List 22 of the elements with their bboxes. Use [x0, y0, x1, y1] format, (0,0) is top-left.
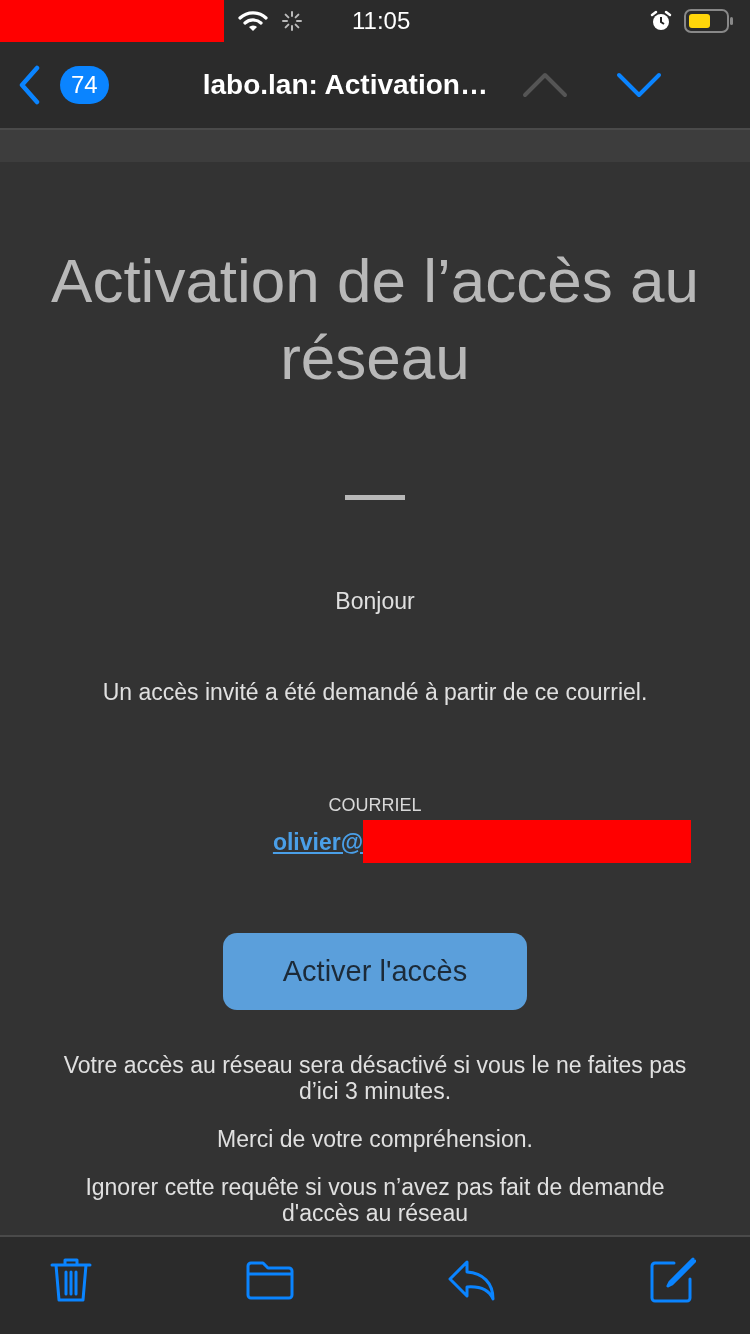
status-time: 11:05	[352, 7, 412, 35]
folder-icon[interactable]	[244, 1259, 295, 1300]
unread-count-badge: 74	[60, 66, 109, 104]
activate-access-button[interactable]: Activer l'accès	[223, 933, 527, 1010]
trash-icon[interactable]	[50, 1256, 92, 1303]
notice-paragraph: Merci de votre compréhension.	[216, 1126, 534, 1152]
intro-text: Un accès invité a été demandé à partir de ce courriel.	[102, 679, 648, 705]
loading-spinner-icon	[282, 11, 302, 31]
email-label: COURRIEL	[328, 794, 422, 816]
notice-paragraph: Ignorer cette requête si vous n’avez pas fait de demande d'accès au réseau	[84, 1174, 666, 1226]
email-link[interactable]: olivier@	[272, 826, 364, 857]
back-chevron-icon[interactable]	[18, 65, 40, 105]
greeting-text: Bonjour	[335, 588, 415, 614]
email-heading: Activation de l’accès au réseau	[50, 245, 700, 394]
compose-icon[interactable]	[649, 1256, 696, 1303]
notice-paragraph: Votre accès au réseau sera désactivé si vous le ne faites pas d’ici 3 minutes.	[62, 1052, 688, 1104]
wifi-icon	[238, 10, 268, 32]
alarm-icon	[650, 10, 672, 32]
next-message-chevron-icon[interactable]	[615, 72, 662, 98]
battery-icon	[684, 9, 734, 33]
heading-separator	[345, 495, 405, 500]
message-subject-title: labo.lan: Activation…	[202, 69, 488, 101]
